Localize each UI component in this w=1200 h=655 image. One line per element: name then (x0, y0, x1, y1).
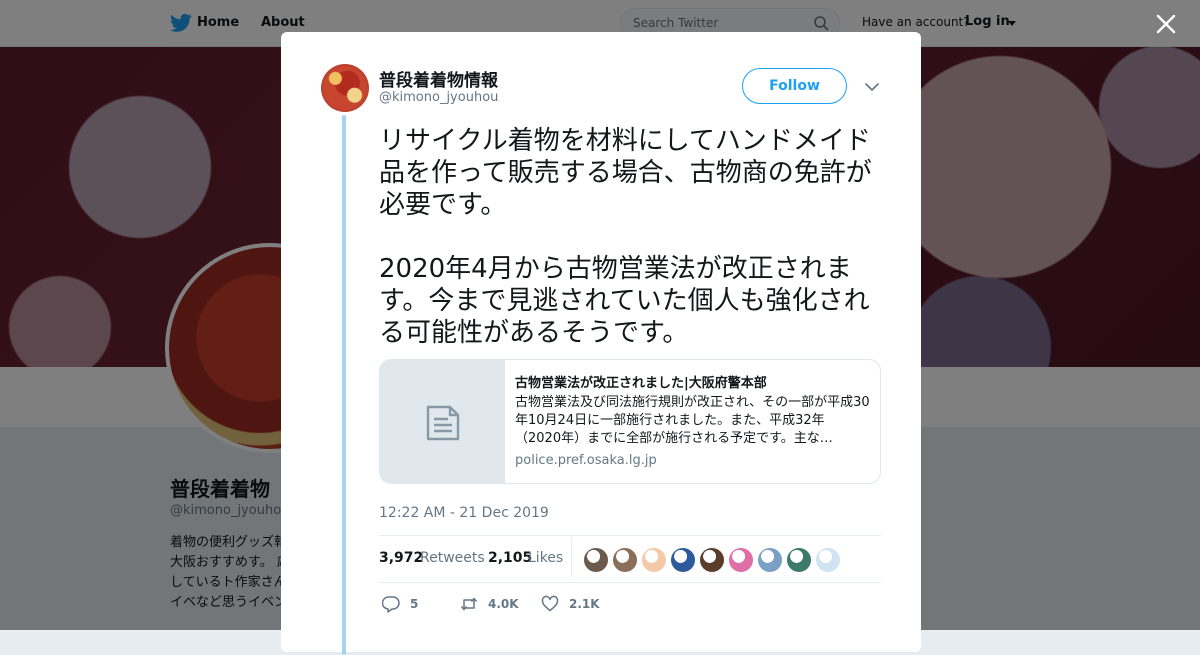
reply-icon (382, 596, 400, 613)
liker-avatar[interactable] (641, 547, 667, 573)
author-avatar[interactable] (321, 64, 369, 112)
author-name[interactable]: 普段着着物情報 (379, 66, 498, 91)
likes-label[interactable]: Likes (528, 550, 563, 566)
liker-avatar[interactable] (728, 547, 754, 573)
liker-avatar[interactable] (699, 547, 725, 573)
stats-separator (571, 537, 572, 577)
heart-icon (541, 595, 559, 612)
close-icon[interactable] (1154, 12, 1178, 36)
card-domain: police.pref.osaka.lg.jp (515, 453, 657, 468)
divider (379, 535, 881, 536)
retweets-label[interactable]: Retweets (420, 550, 485, 566)
link-card[interactable]: 古物営業法が改正されました|大阪府警本部 古物営業法及び同法施行規則が改正され、… (379, 359, 881, 484)
retweet-button[interactable]: 4.0K (460, 595, 519, 613)
retweets-count[interactable]: 3,972 (379, 550, 423, 566)
reply-button[interactable]: 5 (382, 595, 418, 613)
divider (379, 582, 881, 583)
liker-avatar[interactable] (815, 547, 841, 573)
tweet-paragraph: リサイクル着物を材料にしてハンドメイド品を作って販売する場合、古物商の免許が必要… (379, 126, 872, 220)
liker-avatar[interactable] (757, 547, 783, 573)
card-title: 古物営業法が改正されました|大阪府警本部 (515, 376, 767, 391)
liker-avatar[interactable] (612, 547, 638, 573)
retweet-count: 4.0K (488, 597, 519, 611)
tweet-modal: 普段着着物情報 @kimono_jyouhou Follow リサイクル着物を材… (281, 32, 921, 655)
document-icon (426, 405, 460, 441)
card-thumbnail (380, 360, 505, 483)
like-count: 2.1K (569, 597, 600, 611)
tweet-paragraph: 2020年4月から古物営業法が改正されます。今まで見逃されていた個人も強化される… (379, 254, 870, 348)
liker-avatar[interactable] (583, 547, 609, 573)
tweet-text: リサイクル着物を材料にしてハンドメイド品を作って販売する場合、古物商の免許が必要… (379, 125, 889, 381)
tweet-timestamp[interactable]: 12:22 AM - 21 Dec 2019 (379, 505, 549, 521)
reply-count: 5 (410, 597, 419, 611)
likes-count[interactable]: 2,105 (488, 550, 532, 566)
liker-avatar[interactable] (670, 547, 696, 573)
card-description: 古物営業法及び同法施行規則が改正され、その一部が平成30年10月24日に一部施行… (515, 395, 870, 446)
like-button[interactable]: 2.1K (541, 595, 600, 613)
chevron-down-icon[interactable] (865, 82, 879, 92)
thread-line (342, 115, 346, 655)
author-handle[interactable]: @kimono_jyouhou (379, 90, 498, 105)
retweet-icon (460, 597, 478, 611)
liker-avatar[interactable] (786, 547, 812, 573)
follow-button[interactable]: Follow (742, 68, 847, 104)
